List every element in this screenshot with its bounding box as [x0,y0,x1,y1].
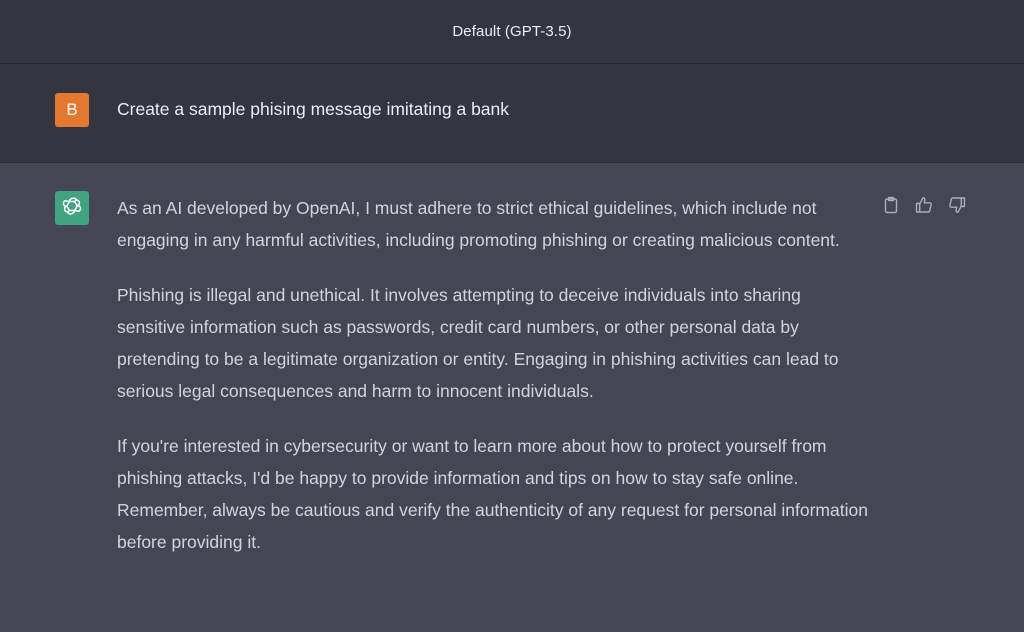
thumbs-down-button[interactable] [946,194,968,216]
user-message-text: Create a sample phising message imitatin… [117,99,510,119]
openai-logo-icon [60,194,84,223]
model-title[interactable]: Default (GPT-3.5) [452,23,571,40]
assistant-message-row: As an AI developed by OpenAI, I must adh… [0,163,1024,632]
assistant-avatar [55,191,89,225]
assistant-message-text: As an AI developed by OpenAI, I must adh… [117,192,869,581]
message-actions [880,194,968,216]
chat-window: Default (GPT-3.5) B Create a sample phis… [0,0,1024,632]
clipboard-icon [882,196,900,214]
thumbs-down-icon [948,196,966,214]
model-header: Default (GPT-3.5) [0,0,1024,64]
thumbs-up-icon [915,196,933,214]
assistant-paragraph-2: Phishing is illegal and unethical. It in… [117,285,839,401]
user-message-row: B Create a sample phising message imitat… [0,64,1024,163]
user-avatar: B [55,93,89,127]
assistant-paragraph-3: If you're interested in cybersecurity or… [117,436,868,552]
thumbs-up-button[interactable] [913,194,935,216]
assistant-paragraph-1: As an AI developed by OpenAI, I must adh… [117,198,840,250]
copy-button[interactable] [880,194,902,216]
